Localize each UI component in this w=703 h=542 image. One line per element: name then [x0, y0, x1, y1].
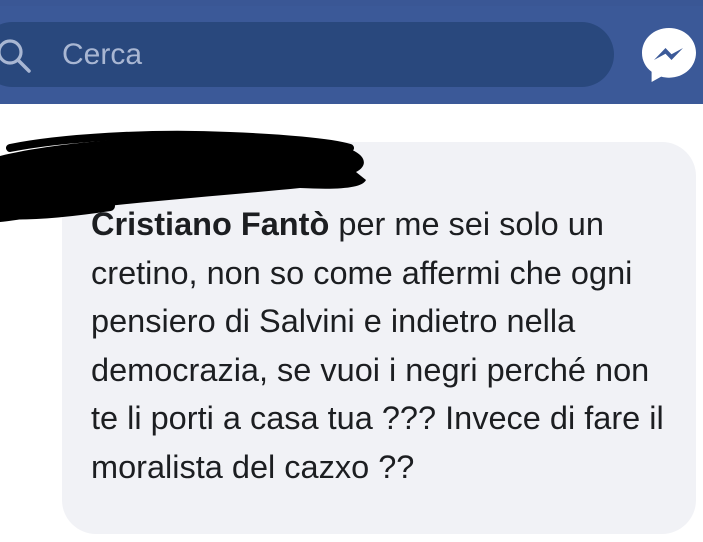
search-icon[interactable]: [0, 38, 32, 74]
messenger-icon[interactable]: [638, 24, 700, 86]
search-placeholder[interactable]: Cerca: [62, 36, 142, 74]
status-strip: [0, 0, 703, 6]
comment-body: per me sei solo un cretino, non so come …: [91, 206, 664, 485]
comment-text: Cristiano Fantò per me sei solo un creti…: [91, 200, 681, 491]
comment-author-name[interactable]: Cristiano Fantò: [91, 206, 329, 242]
